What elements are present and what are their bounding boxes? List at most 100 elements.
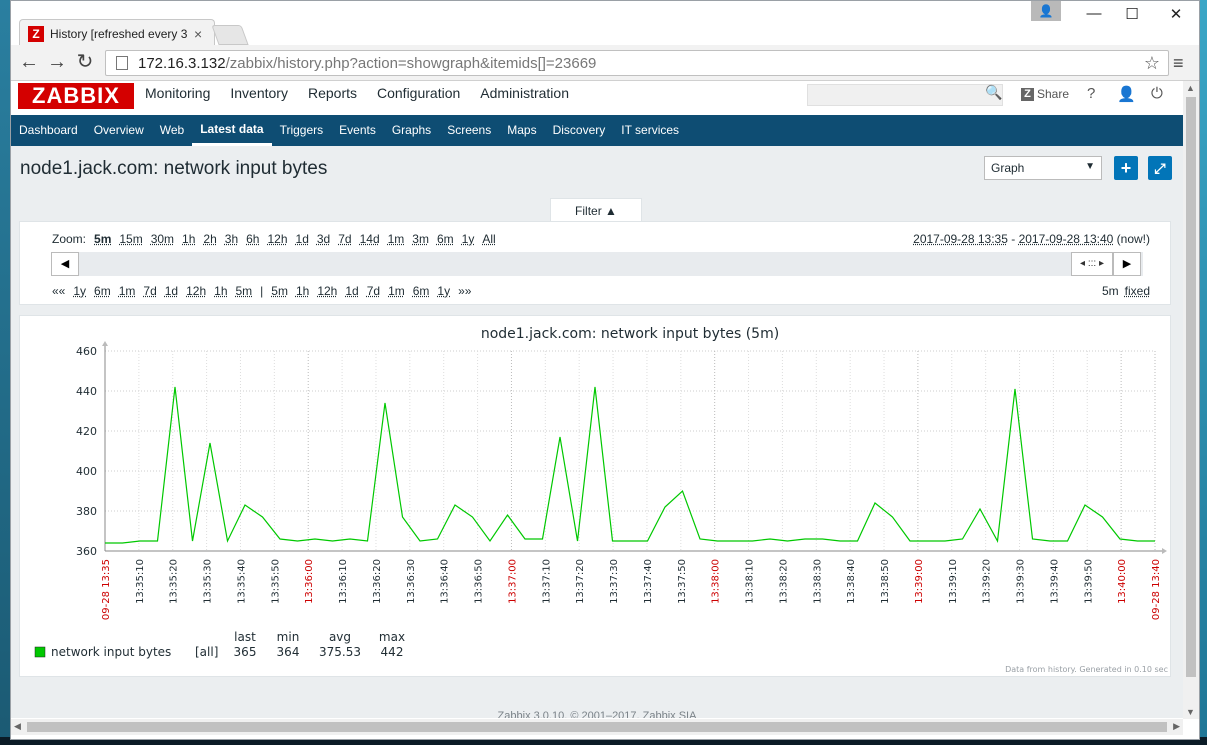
scroll-up-icon[interactable]: ▲ (1186, 83, 1195, 93)
nav-back-option[interactable]: 12h (186, 284, 206, 298)
profile-icon[interactable]: 👤 (1031, 1, 1061, 21)
zoom-option[interactable]: 3m (412, 232, 429, 246)
back-icon[interactable]: ← (17, 51, 41, 73)
subnav-screens[interactable]: Screens (439, 115, 499, 146)
power-icon[interactable]: ⏻ (1151, 85, 1163, 102)
page-title: node1.jack.com: network input bytes (20, 158, 328, 179)
horizontal-scrollbar[interactable]: ◀ ▶ (11, 719, 1183, 735)
zoom-option[interactable]: 6m (437, 232, 454, 246)
zoom-option[interactable]: 6h (246, 232, 259, 246)
nav-forward-option[interactable]: »» (458, 284, 471, 298)
nav-forward-option[interactable]: 5m (271, 284, 288, 298)
scroll-down-icon[interactable]: ▼ (1186, 707, 1195, 717)
graph-note: Data from history. Generated in 0.10 sec (1005, 665, 1168, 674)
time-to[interactable]: 2017-09-28 13:40 (1019, 232, 1114, 246)
nav-forward-option[interactable]: 1m (388, 284, 405, 298)
nav-back-option[interactable]: «« (52, 284, 65, 298)
menu-administration[interactable]: Administration (470, 81, 579, 115)
fixed-toggle[interactable]: fixed (1125, 284, 1150, 298)
close-window-icon[interactable]: ✕ (1161, 5, 1191, 23)
zoom-option[interactable]: 1y (462, 232, 475, 246)
view-select[interactable]: Graph ▼ (984, 156, 1102, 180)
subnav-latest-data[interactable]: Latest data (192, 115, 272, 146)
timeline-handle[interactable]: ◂ ::: ▸ (1071, 252, 1113, 276)
subnav-dashboard[interactable]: Dashboard (11, 115, 86, 146)
subnav-web[interactable]: Web (152, 115, 192, 146)
zoom-option[interactable]: 14d (360, 232, 380, 246)
menu-configuration[interactable]: Configuration (367, 81, 470, 115)
user-icon[interactable]: 👤 (1117, 85, 1136, 103)
bookmark-star-icon[interactable]: ☆ (1144, 53, 1160, 74)
maximize-icon[interactable]: ☐ (1117, 5, 1147, 23)
nav-back-option[interactable]: 6m (94, 284, 111, 298)
nav-back-option[interactable]: 1h (214, 284, 227, 298)
menu-inventory[interactable]: Inventory (220, 81, 298, 115)
x-tick-label: 13:39:40 (1049, 559, 1060, 604)
help-icon[interactable]: ? (1087, 85, 1095, 102)
nav-back-option[interactable]: 5m (236, 284, 253, 298)
scroll-left-icon[interactable]: ◀ (14, 721, 21, 732)
zoom-option[interactable]: 1d (296, 232, 309, 246)
tab-close-icon[interactable]: × (194, 26, 202, 42)
subnav-discovery[interactable]: Discovery (545, 115, 614, 146)
browser-menu-icon[interactable]: ≡ (1173, 53, 1184, 74)
share-button[interactable]: Z Share (1021, 87, 1069, 101)
nav-forward-option[interactable]: 6m (413, 284, 430, 298)
add-to-favorites-button[interactable]: + (1114, 156, 1138, 180)
reload-icon[interactable]: ↻ (73, 51, 97, 73)
horizontal-scroll-thumb[interactable] (27, 722, 1167, 732)
zoom-option[interactable]: 15m (119, 232, 142, 246)
zoom-option[interactable]: 1m (388, 232, 405, 246)
search-input[interactable] (807, 84, 1003, 106)
scroll-right-icon[interactable]: ▶ (1173, 721, 1180, 732)
nav-forward-option[interactable]: 1y (437, 284, 450, 298)
nav-back-option[interactable]: 1y (73, 284, 86, 298)
nav-forward-option[interactable]: 7d (367, 284, 380, 298)
nav-forward-option[interactable]: 12h (317, 284, 337, 298)
menu-monitoring[interactable]: Monitoring (135, 81, 220, 115)
x-tick-label: 09-28 13:35 (101, 559, 112, 620)
zoom-option[interactable]: All (482, 232, 495, 246)
search-icon[interactable]: 🔍 (985, 84, 1002, 101)
zoom-option[interactable]: 5m (94, 232, 111, 246)
zoom-option[interactable]: 7d (338, 232, 351, 246)
x-tick-label: 13:35:30 (203, 559, 214, 604)
browser-tab[interactable]: Z History [refreshed every 3 × (19, 19, 215, 47)
timeline-scrollbar[interactable]: ◀ ◂ ::: ▸ ▶ (51, 252, 1143, 276)
period-value: 5m (1101, 284, 1119, 298)
fullscreen-button[interactable]: ⤢ (1148, 156, 1172, 180)
forward-icon[interactable]: → (45, 51, 69, 73)
subnav-it-services[interactable]: IT services (613, 115, 687, 146)
nav-back-option[interactable]: 1d (165, 284, 178, 298)
zoom-option[interactable]: 1h (182, 232, 195, 246)
subnav-events[interactable]: Events (331, 115, 384, 146)
vertical-scroll-thumb[interactable] (1186, 97, 1196, 677)
subnav-triggers[interactable]: Triggers (272, 115, 332, 146)
legend-header: max (379, 630, 405, 644)
vertical-scrollbar[interactable]: ▲ ▼ (1183, 81, 1199, 719)
x-tick-label: 13:38:20 (778, 559, 789, 604)
nav-forward-option[interactable]: 1h (296, 284, 309, 298)
period-row: 5m fixed (1102, 284, 1150, 298)
minimize-icon[interactable]: — (1079, 5, 1109, 22)
menu-reports[interactable]: Reports (298, 81, 367, 115)
zabbix-logo[interactable]: ZABBIX (18, 83, 134, 109)
scroll-left-button[interactable]: ◀ (51, 252, 79, 276)
time-from[interactable]: 2017-09-28 13:35 (913, 232, 1008, 246)
subnav-graphs[interactable]: Graphs (384, 115, 439, 146)
zoom-option[interactable]: 2h (203, 232, 216, 246)
zoom-option[interactable]: 3d (317, 232, 330, 246)
scroll-right-button[interactable]: ▶ (1113, 252, 1141, 276)
zoom-option[interactable]: 3h (225, 232, 238, 246)
nav-back-option[interactable]: 1m (119, 284, 136, 298)
url-input[interactable]: 172.16.3.132/zabbix/history.php?action=s… (105, 50, 1169, 76)
subnav-maps[interactable]: Maps (499, 115, 544, 146)
zoom-option[interactable]: 12h (267, 232, 287, 246)
zoom-option[interactable]: 30m (151, 232, 174, 246)
nav-forward-option[interactable]: 1d (345, 284, 358, 298)
subnav-overview[interactable]: Overview (86, 115, 152, 146)
x-tick-label: 13:40:00 (1117, 559, 1128, 604)
new-tab-button[interactable] (211, 25, 249, 45)
nav-back-option[interactable]: 7d (143, 284, 156, 298)
filter-toggle[interactable]: Filter ▲ (550, 198, 642, 222)
